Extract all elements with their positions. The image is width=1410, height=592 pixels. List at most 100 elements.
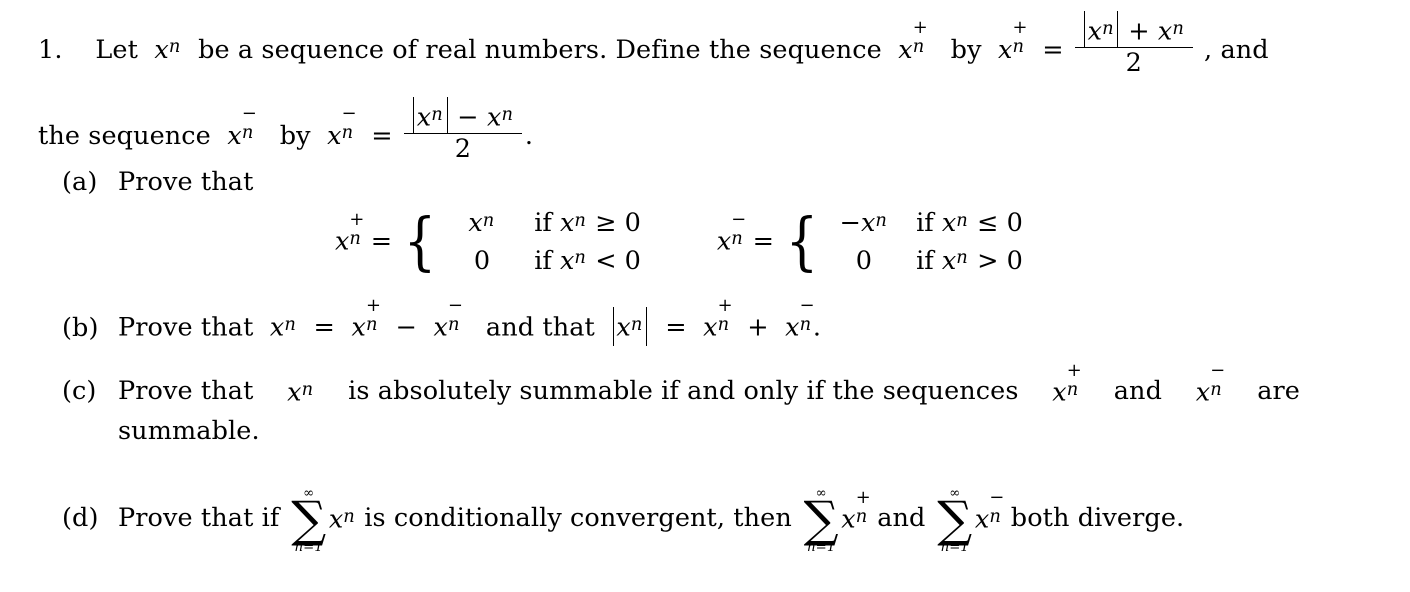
list-item-d: (d) Prove that if ∞ ∑ n=1 x n is conditio… <box>62 485 1310 556</box>
absolute-value-bars-2: xn <box>412 96 449 134</box>
stem-text-1: Let <box>95 34 138 65</box>
sum-lower-limit: n=1 <box>294 540 323 556</box>
stem-line-2: the sequence x − n by x − n = xn − xn 2 . <box>38 96 1300 164</box>
fraction-denominator-2: 2 <box>454 133 472 164</box>
summation-symbol-xn-plus: ∞ ∑ n=1 <box>803 486 839 556</box>
stem-tail-2: . <box>524 120 534 151</box>
piecewise-x-plus: x + n = { xn if xn ≥ 0 0 if xn < 0 <box>335 205 641 280</box>
item-text-d-1: Prove that if <box>118 503 280 534</box>
case-condition: if xn ≥ 0 <box>534 208 641 238</box>
sigma-glyph: ∑ <box>803 491 839 548</box>
piecewise-lhs-x-2: x <box>716 226 732 257</box>
piecewise-lhs-x: x <box>335 226 350 257</box>
cases-group-right: { −x n if xn ≤ 0 0 if xn > 0 <box>782 205 1023 280</box>
math-var-b2: x <box>433 312 449 343</box>
sum-lower-limit: n=1 <box>807 540 836 556</box>
fraction-denominator: 2 <box>1125 48 1142 79</box>
item-text-d-3: and <box>877 503 926 534</box>
math-var-c2: x <box>1195 377 1211 408</box>
case-condition: if xn < 0 <box>534 245 641 276</box>
item-text-d-4: both diverge. <box>1010 503 1185 534</box>
cases-row: xn if xn ≥ 0 <box>444 205 641 243</box>
cases-row: 0 if xn > 0 <box>826 243 1023 281</box>
item-text-b-1: Prove that <box>118 312 254 343</box>
piecewise-lhs-supsub: + n <box>349 209 365 250</box>
math-var-d1: x <box>841 504 856 535</box>
math-supsub-minus-n-b1: − n <box>448 295 464 336</box>
piecewise-equals-2: = <box>752 226 775 257</box>
case-value: −x n <box>839 208 887 238</box>
left-curly-brace-2: { <box>785 205 819 279</box>
stem-text-3: by <box>950 34 982 65</box>
math-var-c1: x <box>1052 377 1067 408</box>
math-subscript-n-c: n <box>301 379 314 401</box>
list-item-c: (c) Prove that xn is absolutely summable … <box>62 360 1300 448</box>
stem-text-5: by <box>279 120 311 151</box>
math-subscript-n-b: n <box>284 314 296 336</box>
piecewise-lhs-supsub-2: − n <box>731 209 747 250</box>
item-d-line: (d) Prove that if ∞ ∑ n=1 x n is conditio… <box>62 485 1310 556</box>
absolute-value-bars-b: xn <box>611 306 648 346</box>
item-text-c-1: Prove that <box>118 376 254 406</box>
math-var-b1: x <box>351 312 366 343</box>
math-var-x-plus: x <box>898 34 913 65</box>
math-supsub-minus-n-c: − n <box>1210 360 1226 401</box>
cases-row: 0 if xn < 0 <box>444 243 641 281</box>
math-var-x-plus-2: x <box>998 34 1013 65</box>
item-label-b: (b) <box>62 312 99 343</box>
case-value: 0 <box>855 245 872 276</box>
math-supsub-plus-n-c: + n <box>1066 360 1082 401</box>
problem-number: 1. <box>38 34 63 65</box>
math-supsub-plus-n: + n <box>912 17 928 58</box>
case-condition: if xn > 0 <box>916 245 1023 276</box>
equals-sign-b2: = <box>665 312 687 343</box>
case-value: 0 <box>473 245 491 276</box>
piecewise-equals: = <box>370 226 393 257</box>
math-supsub-plus-n-2: + n <box>1012 17 1028 58</box>
item-c-line-1: (c) Prove that xn is absolutely summable … <box>62 360 1300 410</box>
stem-line-1: 1. Let xn be a sequence of real numbers.… <box>38 10 1300 79</box>
absolute-value-bars: xn <box>1083 10 1120 48</box>
fraction-x-plus: xn + xn 2 <box>1074 10 1193 79</box>
math-var-x-minus-2: x <box>327 120 342 151</box>
item-label-a: (a) <box>62 167 98 197</box>
item-text-c-4: are <box>1257 376 1300 406</box>
plus-sign-b: + <box>747 312 769 343</box>
summation-symbol-xn-minus: ∞ ∑ n=1 <box>937 486 973 556</box>
math-var-x: x <box>154 34 169 65</box>
math-supsub-plus-n-b1: + n <box>365 295 381 336</box>
item-text-d-2: is conditionally convergent, then <box>364 503 792 534</box>
math-subscript-n-d: n <box>343 505 355 527</box>
minus-sign-b: − <box>395 312 418 343</box>
math-var-xn-c: x <box>287 377 302 408</box>
math-supsub-minus-n: − n <box>241 103 257 143</box>
math-var-d2: x <box>974 504 990 535</box>
equals-sign: = <box>1042 34 1064 65</box>
list-item-a: (a) Prove that <box>62 166 253 199</box>
item-text-c-2: is absolutely summable if and only if th… <box>348 376 1019 406</box>
stem-tail-1: , and <box>1204 34 1269 65</box>
stem-text-2: be a sequence of real numbers. Define th… <box>198 34 882 65</box>
sigma-glyph: ∑ <box>291 491 327 548</box>
item-label-c: (c) <box>62 376 97 406</box>
item-label-d: (d) <box>62 503 99 534</box>
math-supsub-minus-n-d: − n <box>989 486 1005 527</box>
math-subscript-n: n <box>168 36 181 58</box>
item-c-line-2: summable. <box>118 415 260 446</box>
problem-stem: 1. Let xn be a sequence of real numbers.… <box>38 10 1300 164</box>
math-supsub-minus-n-b2: − n <box>799 295 815 336</box>
item-text-b-2: and that <box>485 312 595 343</box>
math-var-b3: x <box>703 312 718 343</box>
sigma-glyph: ∑ <box>937 491 973 548</box>
stem-text-4: the sequence <box>38 120 211 151</box>
math-var-b4: x <box>785 312 800 343</box>
math-var-xn: x <box>269 312 285 343</box>
fraction-numerator-2: xn − xn <box>403 96 522 134</box>
equals-sign-b1: = <box>313 312 336 343</box>
case-value: xn <box>468 208 495 238</box>
list-item-b: (b) Prove that xn = x + n − x − n and that xn… <box>62 295 821 346</box>
sum-lower-limit: n=1 <box>940 540 969 556</box>
left-curly-brace: { <box>403 205 437 279</box>
item-text-c-3: and <box>1113 376 1162 406</box>
summation-symbol-xn: ∞ ∑ n=1 <box>291 486 327 556</box>
